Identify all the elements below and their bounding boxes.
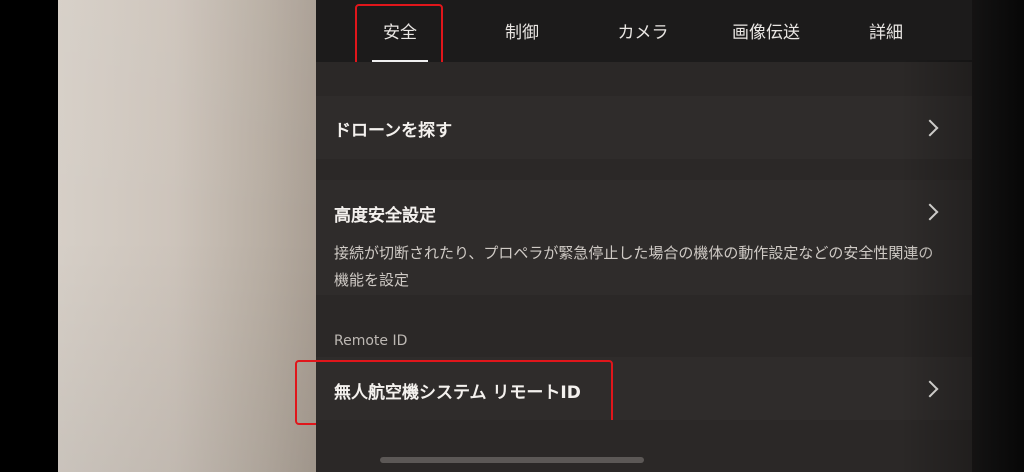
tab-safety-label: 安全 — [383, 22, 417, 43]
find-drone-title: ドローンを探す — [334, 121, 453, 141]
advanced-safety-row[interactable]: 高度安全設定 接続が切断されたり、プロペラが緊急停止した場合の機体の動作設定など… — [316, 180, 972, 295]
find-drone-row[interactable]: ドローンを探す — [316, 96, 972, 159]
remote-id-title: 無人航空機システム リモートID — [334, 383, 581, 403]
tab-camera-label: カメラ — [617, 22, 669, 43]
tab-details-label: 詳細 — [869, 22, 903, 43]
tab-control[interactable]: 制御 — [478, 0, 566, 62]
advanced-safety-description: 接続が切断されたり、プロペラが緊急停止した場合の機体の動作設定などの安全性関連の… — [334, 244, 934, 289]
panel-edge — [972, 0, 1024, 472]
tab-transmission[interactable]: 画像伝送 — [716, 0, 816, 62]
tab-details[interactable]: 詳細 — [844, 0, 928, 62]
section-gap — [316, 420, 972, 472]
section-gap — [316, 159, 972, 180]
tab-camera[interactable]: カメラ — [598, 0, 688, 62]
tab-control-label: 制御 — [505, 22, 539, 43]
home-indicator[interactable] — [380, 457, 644, 463]
section-gap — [316, 295, 972, 357]
tab-safety[interactable]: 安全 — [356, 0, 444, 62]
app-screen: 安全 制御 カメラ 画像伝送 詳細 ドローンを探す 高度安全設定 接続が切断され… — [0, 0, 1024, 472]
remote-id-section-label: Remote ID — [334, 333, 408, 349]
chevron-right-icon — [921, 119, 939, 137]
advanced-safety-title: 高度安全設定 — [334, 206, 436, 226]
camera-shade — [58, 0, 316, 472]
screen-bezel — [0, 0, 58, 472]
tab-transmission-label: 画像伝送 — [732, 22, 800, 43]
section-gap — [316, 62, 972, 96]
chevron-right-icon — [921, 380, 939, 398]
chevron-right-icon — [921, 203, 939, 221]
remote-id-row[interactable]: 無人航空機システム リモートID — [316, 357, 972, 420]
